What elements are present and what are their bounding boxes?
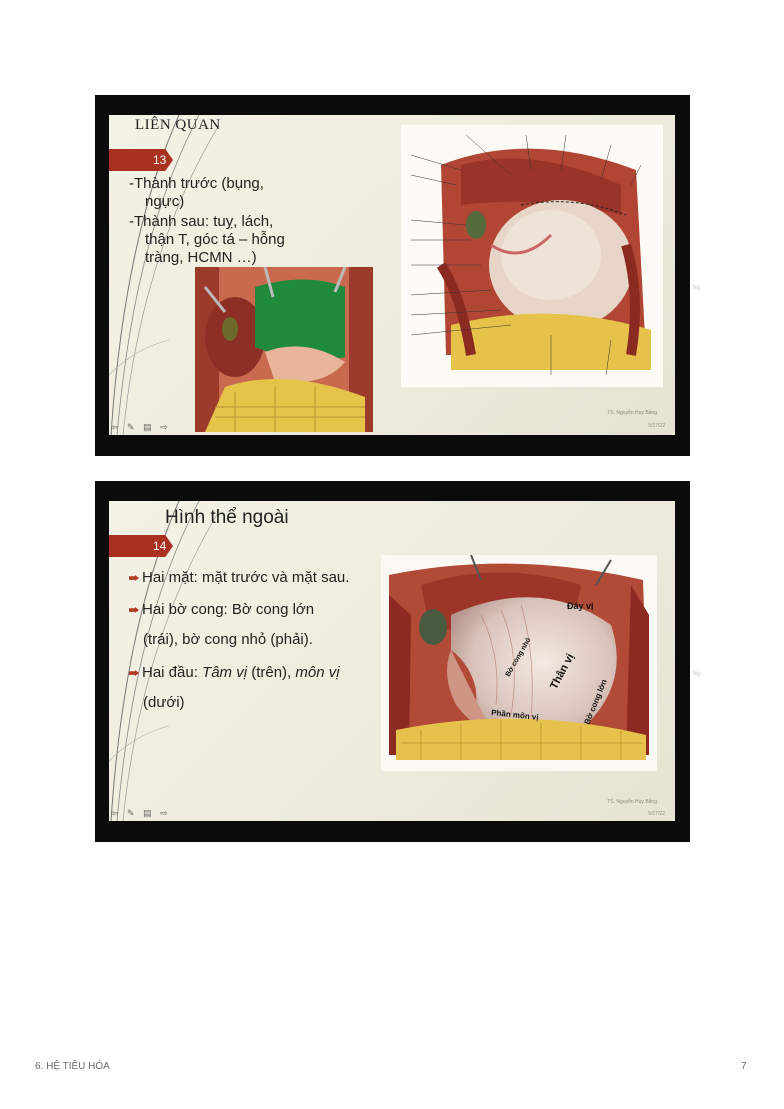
text-line: -Thành sau: tuỵ, lách, [129,213,274,230]
slide-number-tab: 13 [109,149,173,171]
footer-page-number: 7 [741,1061,747,1072]
edge-label: Ng [692,671,700,677]
slide-date: 5/17/22 [648,423,665,429]
author-credit: TS. Nguyễn Huy Bằng [607,410,657,416]
label-fundus: Đáy vị [567,601,594,611]
anatomy-dissection-image [195,267,373,432]
stomach-atlas-image [401,125,663,387]
text-line: -Thành trước (bụng, [129,175,264,192]
slide-title: Hình thể ngoài [165,507,289,528]
author-credit: TS. Nguyễn Huy Bằng [607,799,657,805]
bullet-arrow-icon [129,670,139,677]
edge-label: Ng [692,285,700,291]
slideshow-nav-icons[interactable]: ⇦ ✎ ▤ ⇨ [111,422,171,433]
slide-13-frame: LIÊN QUAN 13 -Thành trước (bụng, ngực) -… [95,95,700,456]
slide-number-tab: 14 [109,535,173,557]
text-line: tràng, HCMN …) [145,249,257,266]
bullet-item: Hai mặt: mặt trước và mặt sau. [129,569,349,587]
stomach-external-image: Đáy vị Thân vị Bờ cong nhỏ Bờ cong lớn P… [381,555,657,771]
slide-title: LIÊN QUAN [135,117,221,133]
bullet-arrow-icon [129,607,139,614]
bullet-continuation: (dưới) [143,694,185,711]
slide-14: Hình thể ngoài 14 Hai mặt: mặt trước và … [109,501,675,821]
text-line: thận T, góc tá – hỗng [145,231,285,248]
slide-date: 5/17/22 [648,811,665,817]
slide-14-frame: Hình thể ngoài 14 Hai mặt: mặt trước và … [95,481,700,842]
bullet-item: Hai đầu: Tâm vị (trên), môn vị [129,664,340,682]
slide-13: LIÊN QUAN 13 -Thành trước (bụng, ngực) -… [109,115,675,435]
bullet-continuation: (trái), bờ cong nhỏ (phải). [143,631,313,648]
bullet-arrow-icon [129,575,139,582]
text-line: ngực) [145,193,185,210]
slideshow-nav-icons[interactable]: ⇦ ✎ ▤ ⇨ [111,808,171,819]
bullet-item: Hai bờ cong: Bờ cong lớn [129,601,314,619]
footer-section-title: 6. HỆ TIÊU HÓA [35,1061,110,1072]
